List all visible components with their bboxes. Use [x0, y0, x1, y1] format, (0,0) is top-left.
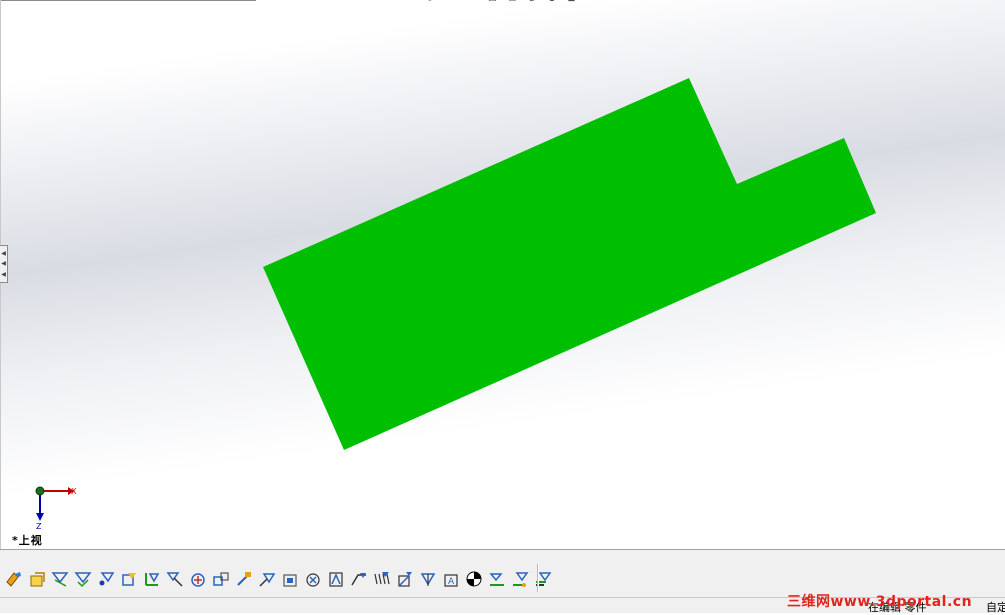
appearance-button[interactable]	[485, 568, 508, 590]
hatch-button[interactable]	[393, 568, 416, 590]
z-axis-arrow-icon	[36, 513, 44, 521]
move-button[interactable]	[209, 568, 232, 590]
plane-button[interactable]	[117, 568, 140, 590]
hatch-icon	[397, 572, 412, 587]
appearance-icon	[488, 573, 504, 586]
part-model[interactable]	[0, 0, 1005, 549]
triad-origin	[35, 486, 45, 496]
rotate-icon	[190, 573, 205, 587]
toolbar-buttons: A	[2, 566, 554, 592]
pattern-button[interactable]	[370, 568, 393, 590]
reference-line-icon	[73, 572, 92, 588]
coordinate-system-icon	[144, 573, 159, 586]
text-button[interactable]	[462, 568, 485, 590]
sketch-filter-button[interactable]	[531, 568, 554, 590]
edit-icon	[236, 572, 251, 586]
extrude-icon	[328, 572, 343, 587]
shell-icon	[420, 573, 435, 586]
text-icon	[466, 571, 481, 587]
x-axis-label: X	[71, 487, 77, 496]
graphics-area[interactable]: ⤢ ⌕ ↶ ▣ ▢ ◐ ● ▲ ◀ ◀ ◀ X Z *上视	[0, 0, 1005, 549]
cut-icon	[350, 573, 366, 586]
select-filter-button[interactable]	[508, 568, 531, 590]
pattern-icon	[373, 572, 390, 585]
shell-button[interactable]	[416, 568, 439, 590]
rotate-button[interactable]	[186, 568, 209, 590]
mate-reference-button[interactable]	[163, 568, 186, 590]
move-icon	[212, 572, 229, 586]
point-button[interactable]	[94, 568, 117, 590]
z-axis-label: Z	[36, 522, 42, 531]
relations-button[interactable]	[301, 568, 324, 590]
bottom-toolbar: A	[0, 549, 1005, 597]
edit-button[interactable]	[232, 568, 255, 590]
plane-icon	[121, 573, 136, 586]
smart-dimension-icon	[50, 572, 69, 587]
coordinate-system-button[interactable]	[140, 568, 163, 590]
reference-axis-button[interactable]	[255, 568, 278, 590]
extrude-button[interactable]	[324, 568, 347, 590]
feature-icon	[282, 574, 297, 587]
surface-icon: A	[443, 574, 458, 587]
part-top-face[interactable]	[263, 78, 876, 450]
toolbar-separator	[537, 564, 539, 592]
surface-button[interactable]: A	[439, 568, 462, 590]
sketch-button[interactable]	[25, 568, 48, 590]
fillet-icon	[5, 572, 21, 587]
relations-icon	[305, 573, 320, 587]
mate-reference-icon	[166, 572, 183, 587]
sketch-icon	[30, 572, 45, 587]
view-orientation-label: *上视	[12, 534, 43, 547]
reference-triad: X Z	[35, 486, 77, 531]
smart-dimension-button[interactable]	[48, 568, 71, 590]
reference-line-button[interactable]	[71, 568, 94, 590]
watermark: 三维网www.3dportal.cn	[787, 594, 973, 610]
svg-text:A: A	[448, 577, 455, 587]
fillet-button[interactable]	[2, 568, 25, 590]
feature-button[interactable]	[278, 568, 301, 590]
reference-axis-icon	[258, 573, 275, 587]
cut-button[interactable]	[347, 568, 370, 590]
point-icon	[99, 572, 114, 586]
select-filter-icon	[512, 572, 528, 587]
